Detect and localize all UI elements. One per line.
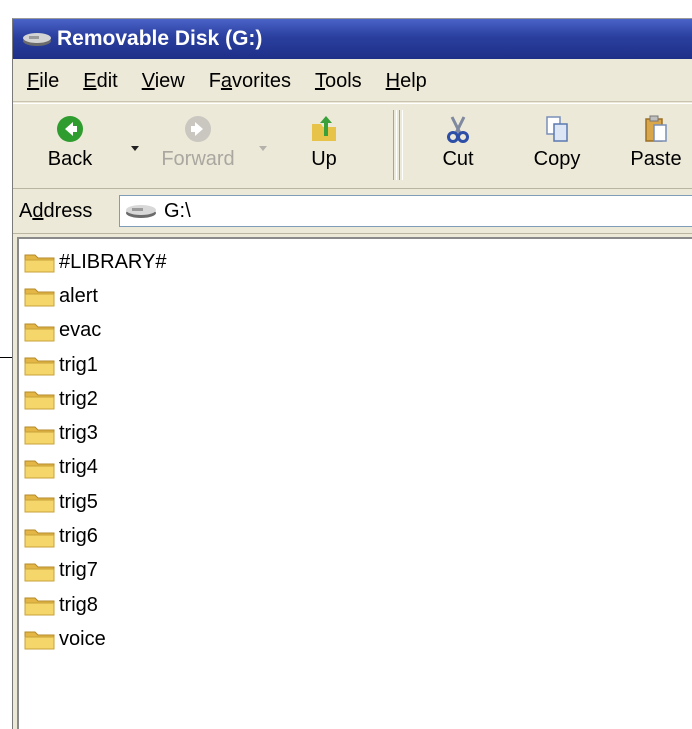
folder-icon bbox=[24, 323, 55, 342]
menu-item-favorites[interactable]: Favorites bbox=[209, 70, 291, 93]
folder-item[interactable]: trig1 bbox=[23, 348, 166, 382]
folder-name: trig2 bbox=[59, 387, 98, 410]
folder-item[interactable]: alert bbox=[23, 279, 166, 313]
back-arrow-icon bbox=[57, 116, 83, 142]
folder-icon bbox=[24, 357, 55, 376]
folder-item[interactable]: evac bbox=[23, 314, 166, 348]
file-list-pane[interactable]: #LIBRARY# alert evac trig1 trig2 trig3 trig4 tr… bbox=[17, 237, 692, 729]
forward-button[interactable]: Forward bbox=[153, 114, 243, 171]
back-dropdown-arrow[interactable] bbox=[131, 146, 139, 151]
address-value: G:\ bbox=[164, 199, 191, 222]
back-label: Back bbox=[47, 148, 93, 170]
menu-item-tools[interactable]: Tools bbox=[315, 70, 362, 93]
folder-icon bbox=[24, 288, 55, 307]
folder-icon bbox=[24, 426, 55, 445]
paste-label: Paste bbox=[630, 148, 682, 170]
menu-item-edit[interactable]: Edit bbox=[83, 70, 117, 93]
standard-toolbar: Back Forward Up Cut Copy Paste bbox=[13, 103, 692, 189]
file-list: #LIBRARY# alert evac trig1 trig2 trig3 trig4 tr… bbox=[23, 245, 166, 657]
cut-label: Cut bbox=[442, 148, 474, 170]
title-bar[interactable]: Removable Disk (G:) bbox=[13, 19, 692, 59]
removable-drive-icon bbox=[23, 33, 51, 46]
window-title: Removable Disk (G:) bbox=[57, 27, 263, 50]
folder-icon bbox=[24, 597, 55, 616]
folder-item[interactable]: trig3 bbox=[23, 416, 166, 450]
cut-button[interactable]: Cut bbox=[423, 114, 493, 171]
folder-name: #LIBRARY# bbox=[59, 250, 167, 273]
folder-name: trig4 bbox=[59, 456, 98, 479]
toolbar-separator bbox=[399, 110, 403, 180]
folder-icon bbox=[24, 460, 55, 479]
folder-name: trig3 bbox=[59, 422, 98, 445]
folder-name: trig8 bbox=[59, 593, 98, 616]
forward-label: Forward bbox=[161, 148, 235, 170]
paste-icon bbox=[645, 115, 667, 142]
up-folder-icon bbox=[312, 116, 336, 141]
folder-item[interactable]: #LIBRARY# bbox=[23, 245, 166, 279]
folder-icon bbox=[24, 529, 55, 548]
folder-name: trig7 bbox=[59, 559, 98, 582]
scissors-icon bbox=[447, 116, 469, 143]
folder-icon bbox=[24, 254, 55, 273]
paste-button[interactable]: Paste bbox=[621, 114, 691, 171]
folder-name: evac bbox=[59, 319, 102, 342]
menu-item-help[interactable]: Help bbox=[386, 70, 427, 93]
back-button[interactable]: Back bbox=[35, 114, 105, 171]
menu-item-file[interactable]: File bbox=[27, 70, 59, 93]
toolbar-separator bbox=[393, 110, 397, 180]
copy-button[interactable]: Copy bbox=[522, 114, 592, 171]
folder-name: voice bbox=[59, 627, 106, 650]
folder-icon bbox=[24, 391, 55, 410]
removable-drive-icon bbox=[126, 205, 156, 218]
folder-item[interactable]: trig2 bbox=[23, 382, 166, 416]
address-label: Address bbox=[19, 199, 93, 222]
folder-name: trig5 bbox=[59, 490, 98, 513]
address-input[interactable]: G:\ bbox=[119, 195, 692, 227]
folder-icon bbox=[24, 563, 55, 582]
menu-bar: File Edit View Favorites Tools Help bbox=[13, 61, 692, 102]
folder-name: trig6 bbox=[59, 525, 98, 548]
address-bar: Address G:\ bbox=[13, 189, 692, 234]
folder-item[interactable]: trig5 bbox=[23, 485, 166, 519]
folder-item[interactable]: trig7 bbox=[23, 554, 166, 588]
up-label: Up bbox=[311, 148, 337, 170]
forward-dropdown-arrow[interactable] bbox=[259, 146, 267, 151]
copy-label: Copy bbox=[533, 148, 581, 170]
copy-icon bbox=[546, 116, 568, 142]
folder-icon bbox=[24, 631, 55, 650]
menu-item-view[interactable]: View bbox=[142, 70, 185, 93]
forward-arrow-icon bbox=[185, 116, 211, 142]
up-button[interactable]: Up bbox=[289, 114, 359, 171]
folder-item[interactable]: trig6 bbox=[23, 519, 166, 553]
folder-item[interactable]: trig4 bbox=[23, 451, 166, 485]
explorer-window: Removable Disk (G:) File Edit View Favorite… bbox=[12, 18, 692, 729]
folder-item[interactable]: voice bbox=[23, 622, 166, 656]
folder-name: trig1 bbox=[59, 353, 98, 376]
folder-name: alert bbox=[59, 284, 98, 307]
folder-icon bbox=[24, 494, 55, 513]
folder-item[interactable]: trig8 bbox=[23, 588, 166, 622]
